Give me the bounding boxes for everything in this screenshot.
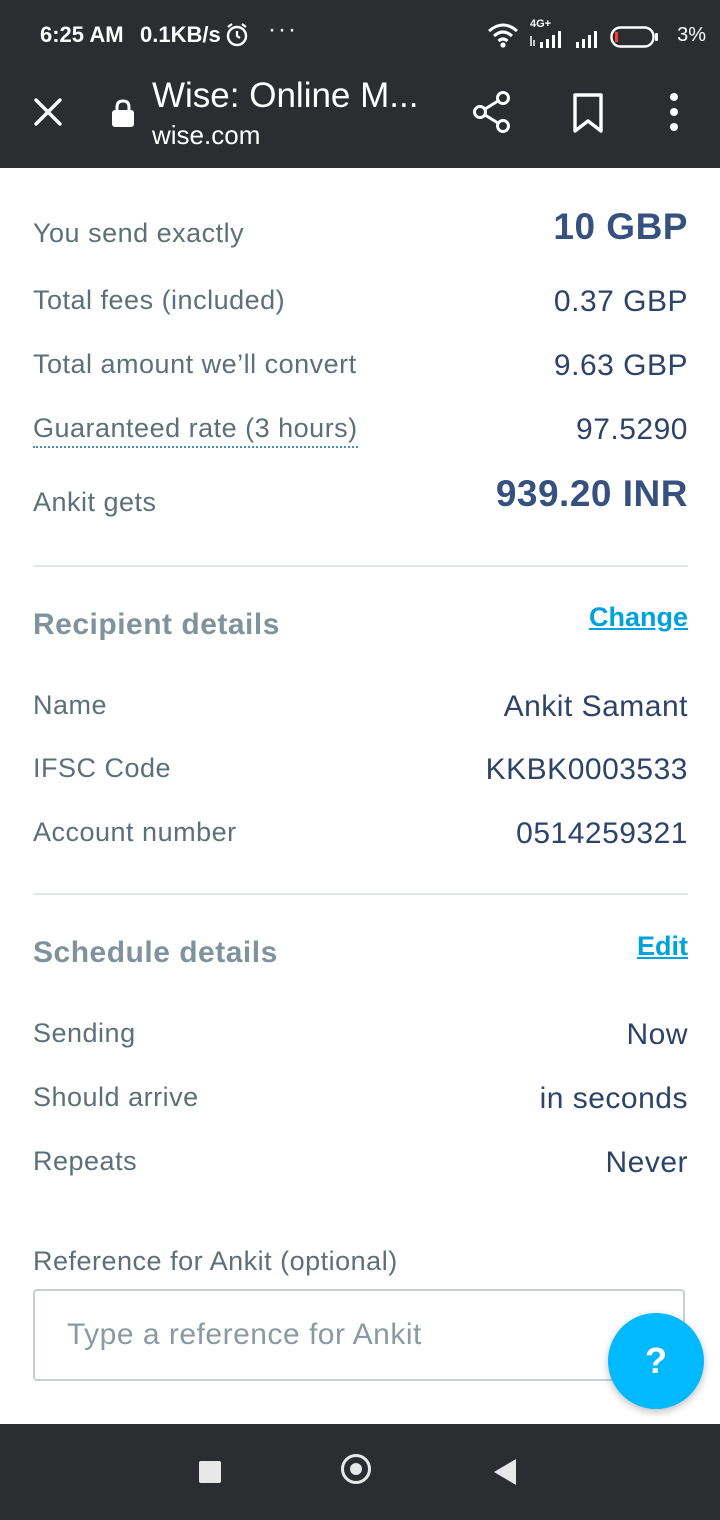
lock-icon <box>112 99 134 127</box>
send-row: You send exactly 10 GBP <box>33 206 688 256</box>
convert-label: Total amount we’ll convert <box>33 349 357 379</box>
name-row: Name Ankit Samant <box>33 688 688 728</box>
rate-label-link[interactable]: Guaranteed rate (3 hours) <box>33 413 358 448</box>
arrive-row: Should arrive in seconds <box>33 1082 688 1122</box>
status-time: 6:25 AM <box>40 22 124 47</box>
rate-row: Guaranteed rate (3 hours) 97.5290 <box>33 411 688 451</box>
alarm-icon <box>224 22 250 53</box>
sending-row: Sending Now <box>33 1018 688 1058</box>
reference-input[interactable] <box>33 1289 685 1381</box>
fees-label: Total fees (included) <box>33 285 286 315</box>
name-value: Ankit Samant <box>503 690 688 723</box>
recipient-section-title: Recipient details <box>33 608 280 641</box>
edit-schedule-link[interactable]: Edit <box>637 931 688 962</box>
repeats-value: Never <box>605 1146 688 1179</box>
page-url: wise.com <box>152 120 261 150</box>
sending-value: Now <box>626 1018 688 1051</box>
wifi-icon <box>488 23 518 48</box>
battery-icon <box>610 26 658 48</box>
transfer-review: You send exactly 10 GBP Total fees (incl… <box>0 168 720 1423</box>
system-nav-bar <box>0 1424 720 1520</box>
schedule-section-title: Schedule details <box>33 936 278 969</box>
bookmark-icon[interactable] <box>570 92 606 134</box>
browser-toolbar: Wise: Online M... wise.com <box>0 70 720 168</box>
ifsc-row: IFSC Code KKBK0003533 <box>33 753 688 793</box>
signal-1-icon <box>530 31 561 48</box>
arrive-label: Should arrive <box>33 1082 199 1112</box>
recipient-gets-row: Ankit gets 939.20 INR <box>33 473 688 523</box>
close-icon[interactable] <box>28 92 68 132</box>
divider <box>33 565 688 567</box>
reference-label: Reference for Ankit (optional) <box>33 1246 398 1276</box>
convert-row: Total amount we’ll convert 9.63 GBP <box>33 347 688 387</box>
fees-row: Total fees (included) 0.37 GBP <box>33 283 688 323</box>
account-label: Account number <box>33 817 237 847</box>
signal-2-icon <box>576 31 597 48</box>
status-bar: 6:25 AM 0.1KB/s ··· 4G+ 3% <box>0 0 720 70</box>
more-notifications-icon: ··· <box>268 16 298 43</box>
network-type: 4G+ <box>530 18 552 30</box>
ifsc-label: IFSC Code <box>33 753 172 783</box>
repeats-label: Repeats <box>33 1146 138 1176</box>
home-icon[interactable] <box>341 1454 371 1484</box>
battery-percent: 3% <box>677 24 706 46</box>
gets-label: Ankit gets <box>33 487 157 517</box>
status-icons: 4G+ 3% <box>486 18 706 50</box>
sending-label: Sending <box>33 1018 136 1048</box>
account-row: Account number 0514259321 <box>33 817 688 857</box>
send-value: 10 GBP <box>553 206 688 247</box>
divider <box>33 893 688 895</box>
network-speed: 0.1KB/s <box>140 22 221 47</box>
change-recipient-link[interactable]: Change <box>589 602 688 633</box>
share-icon[interactable] <box>472 90 512 134</box>
arrive-value: in seconds <box>539 1082 688 1115</box>
recent-apps-icon[interactable] <box>199 1461 221 1483</box>
help-button[interactable]: ? <box>608 1313 704 1409</box>
account-value: 0514259321 <box>516 817 688 850</box>
home-icon-dot <box>350 1463 362 1475</box>
repeats-row: Repeats Never <box>33 1146 688 1186</box>
back-icon[interactable] <box>494 1459 516 1485</box>
send-label: You send exactly <box>33 218 245 248</box>
rate-value: 97.5290 <box>576 413 688 446</box>
more-menu-icon[interactable] <box>664 90 684 134</box>
gets-value: 939.20 INR <box>495 473 688 514</box>
ifsc-value: KKBK0003533 <box>485 753 688 786</box>
page-title: Wise: Online M... <box>152 76 419 115</box>
name-label: Name <box>33 690 108 720</box>
convert-value: 9.63 GBP <box>553 349 688 382</box>
fees-value: 0.37 GBP <box>553 285 688 318</box>
